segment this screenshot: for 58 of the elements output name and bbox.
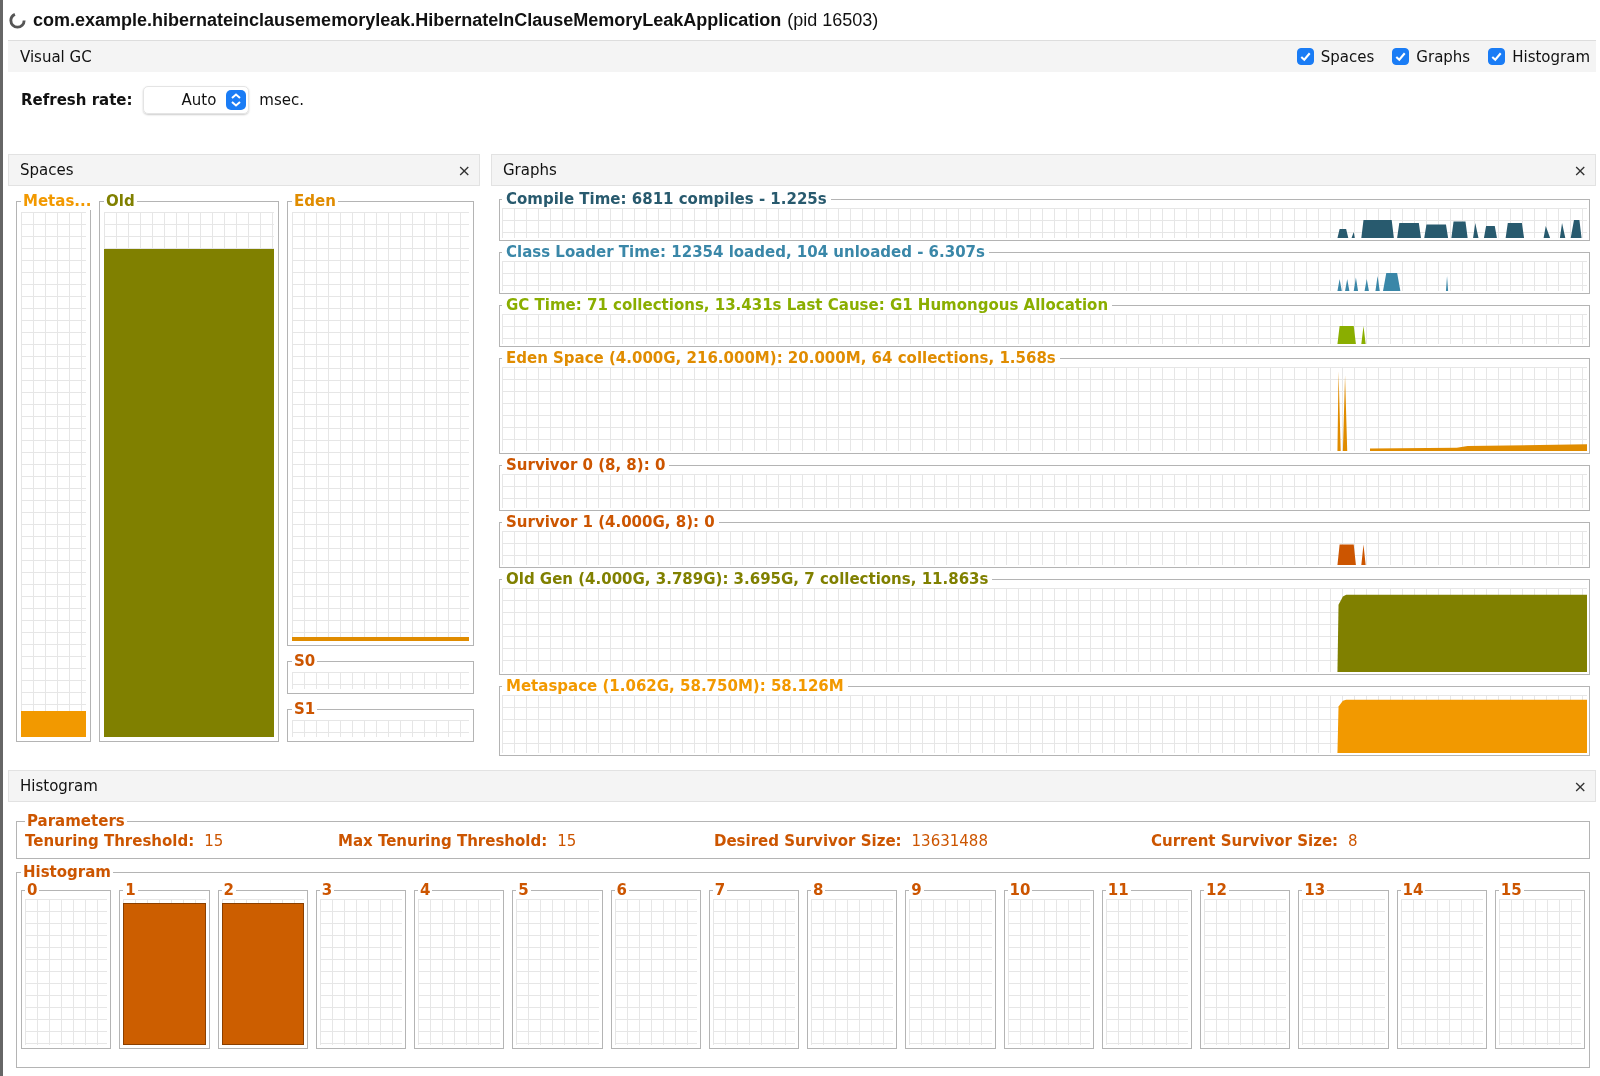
space-label: S0 [293, 652, 317, 670]
bin-label: 1 [124, 881, 137, 899]
stepper-icon [226, 90, 247, 110]
parameter-value: 15 [557, 832, 577, 850]
graph-title: GC Time: 71 collections, 13.431s Last Cause: G1 Humongous Allocation [505, 296, 1110, 314]
panel-title: Histogram [20, 777, 98, 795]
bin-label: 8 [812, 881, 825, 899]
usage-graph [1337, 326, 1366, 344]
unit-label: msec. [259, 91, 304, 109]
space-label: Old [105, 192, 136, 210]
space-label: S1 [293, 700, 317, 718]
graph-title: Metaspace (1.062G, 58.750M): 58.126M [505, 677, 845, 695]
bin-label: 15 [1499, 881, 1523, 899]
bin-label: 6 [615, 881, 628, 899]
bin-label: 12 [1205, 881, 1228, 899]
graph-title: Old Gen (4.000G, 3.789G): 3.695G, 7 collections, 11.863s [505, 570, 990, 588]
bin-label: 14 [1401, 881, 1425, 899]
parameter-label: Max Tenuring Threshold: [338, 832, 548, 850]
bin-label: 13 [1303, 881, 1327, 899]
space-label: Metas... [22, 192, 93, 210]
panel-title: Spaces [20, 161, 74, 179]
bin-label: 2 [222, 881, 235, 899]
usage-graph [1337, 544, 1366, 565]
bin-label: 10 [1008, 881, 1032, 899]
window-title: com.example.hibernateinclausememoryleak.HibernateInClauseMemoryLeakApplication [33, 9, 782, 31]
graph-title: Compile Time: 6811 compiles - 1.225s [505, 190, 828, 208]
parameter-label: Tenuring Threshold: [25, 832, 195, 850]
bin-label: 5 [517, 881, 530, 899]
close-button[interactable]: × [1569, 776, 1591, 796]
bin-label: 11 [1106, 881, 1130, 899]
section-title: Parameters [26, 812, 126, 830]
bin-label: 0 [26, 881, 39, 899]
checkbox[interactable]: Histogram [1488, 47, 1590, 66]
toolbar-title: Visual GC [20, 47, 92, 66]
section-title: Histogram [22, 863, 112, 881]
process-id: (pid 16503) [787, 9, 879, 31]
checkbox[interactable]: Spaces [1296, 47, 1375, 66]
parameter-label: Current Survivor Size: [1151, 832, 1339, 850]
parameter-value: 8 [1348, 832, 1358, 850]
graph-title: Class Loader Time: 12354 loaded, 104 unloaded - 6.307s [505, 243, 986, 261]
parameter-label: Desired Survivor Size: [714, 832, 902, 850]
close-button[interactable]: × [1569, 160, 1591, 180]
refresh-rate-label: Refresh rate: [21, 91, 133, 109]
panel-title: Graphs [503, 161, 557, 179]
close-button[interactable]: × [453, 160, 475, 180]
graph-title: Eden Space (4.000G, 216.000M): 20.000M, 64 collections, 1.568s [505, 349, 1057, 367]
loading-spinner-icon [8, 10, 27, 30]
bin-label: 4 [419, 881, 432, 899]
bin-label: 3 [320, 881, 334, 899]
bin-label: 9 [910, 881, 923, 899]
graph-title: Survivor 1 (4.000G, 8): 0 [505, 513, 716, 531]
parameter-value: 15 [204, 832, 224, 850]
graph-title: Survivor 0 (8, 8): 0 [505, 456, 667, 474]
bin-label: 7 [713, 881, 727, 899]
parameter-value: 13631488 [911, 832, 988, 850]
space-label: Eden [293, 192, 337, 210]
refresh-rate-select[interactable]: Auto [142, 86, 250, 114]
checkbox[interactable]: Graphs [1392, 47, 1471, 66]
